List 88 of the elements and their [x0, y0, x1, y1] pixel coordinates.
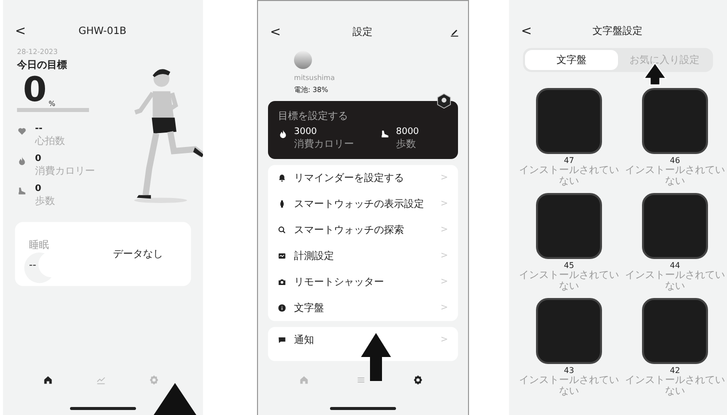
- menu-label: スマートウォッチの探索: [294, 224, 405, 237]
- install-status: インストールされていない: [625, 270, 725, 292]
- monitor-icon: [278, 252, 286, 260]
- menu-label: 通知: [294, 334, 315, 347]
- watch-icon: [278, 200, 286, 208]
- screen-title: GHW-01B: [77, 26, 128, 36]
- goal-value: 3000: [294, 127, 318, 137]
- menu-item[interactable]: リマインダーを設定する >: [278, 165, 448, 191]
- goal-underline: [17, 108, 89, 112]
- install-status: インストールされていない: [519, 165, 619, 187]
- menu-item[interactable]: 計測設定 >: [278, 243, 448, 269]
- install-status: インストールされていない: [519, 270, 619, 292]
- no-data-text: データなし: [112, 248, 164, 261]
- goal-value: 8000: [396, 127, 419, 137]
- sleep-value: --: [29, 260, 38, 270]
- menu-item[interactable]: スマートウォッチの探索 >: [278, 217, 448, 243]
- watch-face-preview[interactable]: [642, 88, 708, 154]
- medal-icon: [436, 93, 452, 109]
- watch-face-preview[interactable]: [642, 298, 708, 364]
- face-number: 42: [670, 366, 680, 375]
- menu-item[interactable]: 通知 >: [278, 327, 448, 353]
- chevron-icon: >: [440, 199, 448, 209]
- face-number: 45: [564, 261, 574, 270]
- stat-value: --: [35, 124, 44, 134]
- settings-icon: [149, 375, 160, 385]
- segment-tab[interactable]: 文字盤: [525, 50, 618, 70]
- menu-label: リマインダーを設定する: [294, 172, 405, 185]
- watch-face-preview[interactable]: [536, 298, 602, 364]
- screen-title: 文字盤設定: [591, 24, 644, 38]
- install-status: インストールされていない: [625, 165, 725, 187]
- watch-face-preview[interactable]: [536, 193, 602, 259]
- back-button[interactable]: <: [517, 24, 536, 38]
- menu-item[interactable]: 文字盤 >: [278, 295, 448, 321]
- shoe-icon: [380, 129, 390, 139]
- face-number: 44: [670, 261, 680, 270]
- chevron-icon: >: [440, 335, 448, 345]
- goal-card-title: 目標を設定する: [278, 110, 349, 123]
- home-icon: [42, 375, 53, 385]
- sleep-title: 睡眠: [29, 238, 50, 252]
- stat-value: 0: [35, 184, 42, 194]
- face-number: 43: [564, 366, 574, 375]
- watch-face-preview[interactable]: [642, 193, 708, 259]
- menu-label: 文字盤: [294, 302, 325, 315]
- shoe-icon: [17, 186, 27, 196]
- screen-title: 設定: [351, 26, 374, 39]
- install-status: インストールされていない: [625, 375, 725, 397]
- home-indicator: [70, 407, 136, 410]
- watch-face-preview[interactable]: [536, 88, 602, 154]
- face-number: 46: [670, 156, 680, 165]
- camera-icon: [278, 278, 286, 286]
- goal-label: 消費カロリー: [294, 138, 354, 151]
- menu-label: スマートウォッチの表示設定: [294, 198, 425, 211]
- search-icon: [278, 226, 286, 234]
- goal-label: 今日の目標: [17, 58, 68, 72]
- chart-icon: [96, 375, 106, 385]
- goal-value: 0: [23, 72, 47, 108]
- goal-card[interactable]: 目標を設定する 3000 消費カロリー 8000 歩数: [268, 101, 458, 159]
- menu-item[interactable]: リモートシャッター >: [278, 269, 448, 295]
- stat-label: 歩数: [35, 194, 55, 208]
- bell-icon: [278, 174, 286, 182]
- chevron-icon: >: [440, 251, 448, 261]
- install-status: インストールされていない: [519, 375, 619, 397]
- heart-icon: [17, 126, 27, 136]
- back-button[interactable]: <: [11, 24, 30, 38]
- chevron-icon: >: [440, 173, 448, 183]
- home-icon: [299, 375, 310, 385]
- menu-item[interactable]: スマートウォッチの表示設定 >: [278, 191, 448, 217]
- stat-label: 心拍数: [35, 134, 65, 148]
- menu-label: リモートシャッター: [294, 276, 385, 289]
- flame-icon: [278, 129, 288, 139]
- back-button[interactable]: <: [266, 24, 285, 40]
- message-icon: [278, 336, 286, 344]
- list-icon: [356, 375, 366, 385]
- up-arrow-icon: [153, 383, 197, 415]
- info-icon: [278, 304, 286, 312]
- menu-label: 計測設定: [294, 250, 335, 263]
- flame-icon: [17, 156, 27, 166]
- settings-icon: [412, 375, 423, 385]
- up-arrow-icon: [361, 333, 391, 381]
- goal-label: 歩数: [396, 138, 417, 151]
- stat-label: 消費カロリー: [35, 164, 95, 178]
- home-indicator: [330, 407, 396, 410]
- chevron-icon: >: [440, 303, 448, 313]
- stat-value: 0: [35, 154, 42, 164]
- chevron-icon: >: [440, 277, 448, 287]
- face-number: 47: [564, 156, 574, 165]
- avatar: [294, 51, 312, 69]
- chevron-icon: >: [440, 225, 448, 235]
